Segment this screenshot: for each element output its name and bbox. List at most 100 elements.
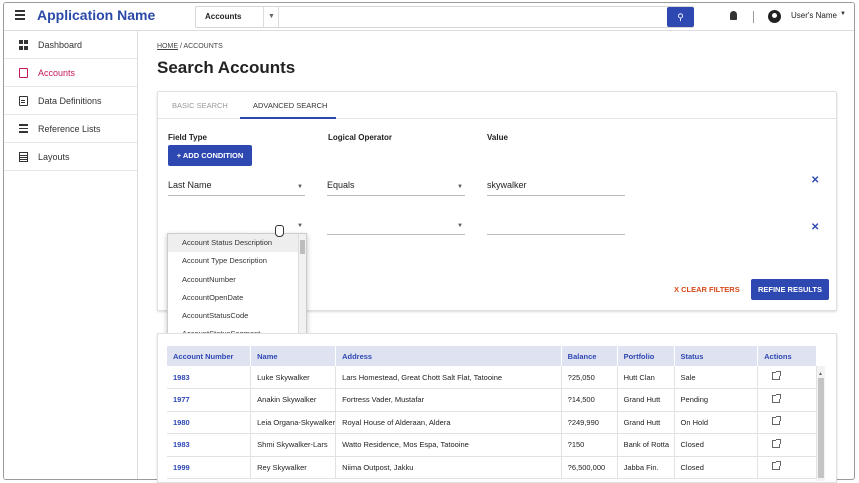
account-number-link[interactable]: 1983 [167, 366, 252, 389]
operator-select[interactable]: ▼ [327, 217, 465, 235]
refine-results-button[interactable]: REFINE RESULTS [751, 279, 829, 300]
document-icon [19, 96, 28, 106]
top-bar: Application Name Accounts ▼ ⚲ User's Nam… [4, 3, 854, 31]
sidebar-item-label: Reference Lists [38, 124, 101, 134]
operator-select[interactable]: Equals ▼ [327, 178, 465, 196]
sidebar-item-data-definitions[interactable]: Data Definitions [4, 87, 137, 115]
open-external-icon[interactable] [772, 438, 782, 448]
chevron-down-icon: ▼ [297, 184, 303, 190]
balance-cell: ?249,990 [561, 411, 618, 434]
bell-icon[interactable] [730, 11, 737, 20]
divider [753, 11, 754, 23]
name-cell: Leia Organa-Skywalker [250, 411, 337, 434]
dropdown-option[interactable]: Account Status Description [168, 234, 306, 253]
open-external-icon[interactable] [772, 393, 782, 403]
sidebar-item-layouts[interactable]: Layouts [4, 143, 137, 171]
status-cell: Closed [674, 456, 759, 479]
portfolio-cell: Bank of Rotta [617, 433, 675, 457]
field-type-label: Field Type [168, 133, 207, 142]
dropdown-option[interactable]: Account Type Description [168, 252, 306, 270]
balance-cell: ?14,500 [561, 388, 618, 412]
add-condition-button[interactable]: + ADD CONDITION [168, 145, 252, 166]
breadcrumb: HOME / ACCOUNTS [157, 43, 223, 50]
dropdown-option[interactable]: AccountNumber [168, 271, 306, 289]
user-avatar-icon[interactable] [768, 10, 781, 23]
value-label: Value [487, 133, 508, 142]
search-button[interactable]: ⚲ [667, 7, 694, 27]
tab-basic-search[interactable]: BASIC SEARCH [172, 101, 228, 110]
portfolio-cell: Hutt Clan [617, 366, 675, 389]
sidebar-item-label: Layouts [38, 152, 70, 162]
column-header[interactable]: Name [250, 346, 337, 366]
table-row[interactable]: 1977 Anakin Skywalker Fortress Vader, Mu… [167, 388, 817, 412]
sidebar-item-reference-lists[interactable]: Reference Lists [4, 115, 137, 143]
dashboard-icon [19, 40, 28, 50]
scroll-thumb[interactable] [300, 240, 305, 254]
sidebar-item-accounts[interactable]: Accounts [4, 59, 137, 87]
sidebar-item-label: Dashboard [38, 40, 83, 50]
column-header[interactable]: Portfolio [617, 346, 675, 366]
table-scrollbar[interactable] [817, 366, 825, 481]
column-header[interactable]: Account Number [167, 346, 252, 366]
tab-advanced-search[interactable]: ADVANCED SEARCH [253, 101, 327, 110]
open-external-icon[interactable] [772, 461, 782, 471]
breadcrumb-home-link[interactable]: HOME [157, 43, 178, 50]
user-name[interactable]: User's Name [791, 11, 837, 20]
dropdown-option[interactable]: AccountOpenDate [168, 289, 306, 307]
value-input[interactable] [487, 217, 625, 235]
scroll-thumb[interactable] [818, 378, 824, 478]
dropdown-option[interactable]: AccountStatusCode [168, 307, 306, 325]
field-type-select[interactable]: Last Name ▼ [168, 178, 305, 196]
status-cell: Closed [674, 433, 759, 457]
open-external-icon[interactable] [772, 371, 782, 380]
account-number-link[interactable]: 1980 [167, 411, 252, 434]
clear-filters-button[interactable]: Χ CLEAR FILTERS [674, 285, 740, 294]
account-number-link[interactable]: 1983 [167, 433, 252, 457]
clear-filters-label: CLEAR FILTERS [681, 285, 740, 294]
hamburger-menu-icon[interactable] [15, 10, 25, 20]
table-row[interactable]: 1983 Shmi Skywalker-Lars Watto Residence… [167, 433, 817, 457]
table-row[interactable]: 1999 Rey Skywalker Niima Outpost, Jakku … [167, 456, 817, 479]
address-cell: Fortress Vader, Mustafar [335, 388, 562, 412]
remove-condition-close-icon[interactable]: ✕ [811, 222, 819, 233]
scroll-up-arrow-icon[interactable]: ▲ [818, 371, 823, 377]
chevron-down-icon[interactable]: ▼ [265, 7, 279, 27]
balance-cell: ?25,050 [561, 366, 618, 389]
app-title[interactable]: Application Name [37, 7, 155, 23]
field-type-value: Last Name [168, 180, 212, 190]
list-icon [19, 124, 28, 134]
actions-cell [757, 411, 817, 434]
search-scope-select[interactable]: Accounts [196, 7, 264, 27]
column-header[interactable]: Address [335, 346, 562, 366]
sidebar-item-label: Data Definitions [38, 96, 102, 106]
chevron-down-icon[interactable]: ▼ [840, 11, 846, 17]
table-row[interactable]: 1980 Leia Organa-Skywalker Royal House o… [167, 411, 817, 434]
chevron-down-icon: ▼ [457, 223, 463, 229]
actions-cell [757, 366, 817, 389]
table-row[interactable]: 1983 Luke Skywalker Lars Homestead, Grea… [167, 366, 817, 389]
open-external-icon[interactable] [772, 416, 782, 426]
column-header[interactable]: Actions [757, 346, 817, 366]
logical-operator-label: Logical Operator [328, 133, 393, 142]
status-cell: Sale [674, 366, 759, 389]
actions-cell [757, 456, 817, 479]
name-cell: Anakin Skywalker [250, 388, 337, 412]
account-number-link[interactable]: 1999 [167, 456, 252, 479]
name-cell: Rey Skywalker [250, 456, 337, 479]
value-text: skywalker [487, 180, 527, 190]
account-number-link[interactable]: 1977 [167, 388, 252, 412]
portfolio-cell: Grand Hutt [617, 411, 675, 434]
sidebar-item-dashboard[interactable]: Dashboard [4, 31, 137, 59]
search-icon: ⚲ [677, 12, 684, 22]
search-input[interactable] [281, 8, 666, 26]
remove-condition-close-icon[interactable]: ✕ [811, 175, 819, 186]
value-input[interactable]: skywalker [487, 178, 625, 196]
address-cell: Niima Outpost, Jakku [335, 456, 562, 479]
active-tab-indicator [240, 117, 336, 119]
column-header[interactable]: Status [674, 346, 759, 366]
field-type-dropdown: Account Status Description Account Type … [167, 233, 307, 346]
chevron-down-icon: ▼ [297, 223, 303, 229]
dropdown-vertical-scrollbar[interactable] [298, 234, 306, 338]
status-cell: Pending [674, 388, 759, 412]
column-header[interactable]: Balance [561, 346, 618, 366]
